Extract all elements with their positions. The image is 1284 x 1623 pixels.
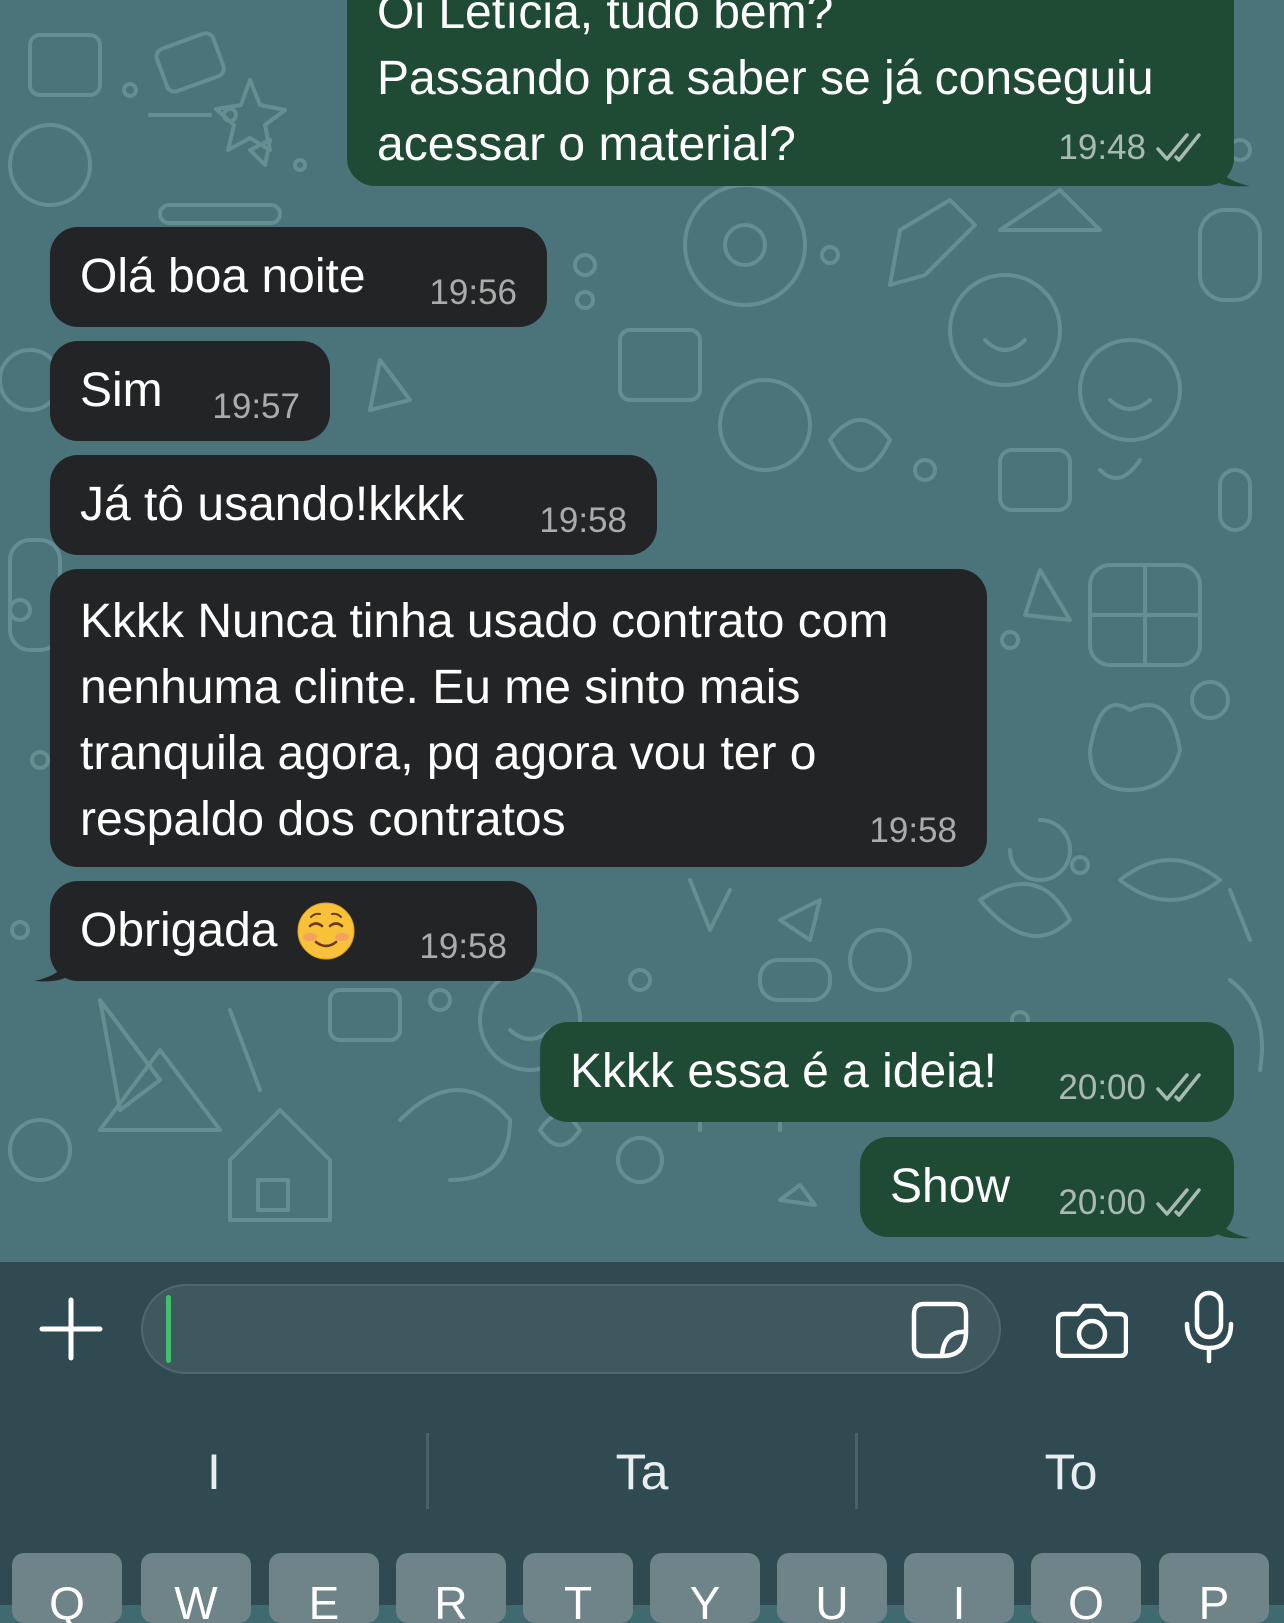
incoming-message[interactable]: Olá boa noite 19:56 [50, 227, 547, 327]
incoming-message[interactable]: Sim 19:57 [50, 341, 330, 441]
suggestion-2[interactable]: Ta [428, 1440, 856, 1504]
message-time: 19:58 [869, 811, 957, 850]
sticker-icon[interactable] [910, 1300, 970, 1360]
message-meta: 20:00 [1058, 1068, 1206, 1108]
key-i[interactable]: I [904, 1553, 1014, 1623]
key-y[interactable]: Y [650, 1553, 760, 1623]
message-time: 19:56 [429, 273, 517, 312]
key-w[interactable]: W [141, 1553, 251, 1623]
incoming-message[interactable]: Kkkk Nunca tinha usado contrato com nenh… [50, 569, 987, 867]
outgoing-message[interactable]: Kkkk essa é a ideia! 20:00 [540, 1022, 1234, 1122]
message-time: 19:48 [1058, 128, 1146, 167]
suggestion-1[interactable]: I [0, 1440, 428, 1504]
message-meta: 19:48 [1058, 128, 1206, 168]
chat-area[interactable]: Oi Letícia, tudo bem? Passando pra saber… [0, 0, 1284, 1262]
key-q[interactable]: Q [12, 1553, 122, 1623]
key-u[interactable]: U [777, 1553, 887, 1623]
key-t[interactable]: T [523, 1553, 633, 1623]
incoming-message[interactable]: Obrigada 19:58 [50, 881, 537, 981]
microphone-icon[interactable] [1183, 1290, 1235, 1364]
smiling-face-emoji [297, 902, 355, 960]
key-o[interactable]: O [1031, 1553, 1141, 1623]
message-time: 19:57 [212, 387, 300, 426]
camera-icon[interactable] [1056, 1302, 1128, 1358]
incoming-message[interactable]: Já tô usando!kkkk 19:58 [50, 455, 657, 555]
text-caret [166, 1295, 171, 1363]
message-meta: 20:00 [1058, 1183, 1206, 1223]
key-e[interactable]: E [269, 1553, 379, 1623]
suggestion-3[interactable]: To [857, 1440, 1284, 1504]
double-check-read-icon [1156, 1073, 1201, 1102]
double-check-read-icon [1156, 1188, 1201, 1217]
key-r[interactable]: R [396, 1553, 506, 1623]
bubble-tail [1214, 160, 1250, 187]
key-p[interactable]: P [1159, 1553, 1269, 1623]
message-text: Kkkk Nunca tinha usado contrato com nenh… [80, 595, 889, 846]
bubble-tail [34, 955, 70, 982]
outgoing-message[interactable]: Show 20:00 [860, 1137, 1234, 1237]
message-time: 19:58 [539, 501, 627, 540]
message-text-content: Obrigada [80, 904, 278, 957]
message-time: 19:58 [419, 927, 507, 966]
outgoing-message[interactable]: Oi Letícia, tudo bem? Passando pra saber… [347, 0, 1234, 186]
bubble-tail [1214, 1212, 1250, 1239]
message-input[interactable] [141, 1284, 1001, 1374]
plus-icon[interactable] [38, 1296, 104, 1362]
double-check-read-icon [1156, 133, 1201, 162]
message-time: 20:00 [1058, 1068, 1146, 1107]
message-time: 20:00 [1058, 1183, 1146, 1222]
